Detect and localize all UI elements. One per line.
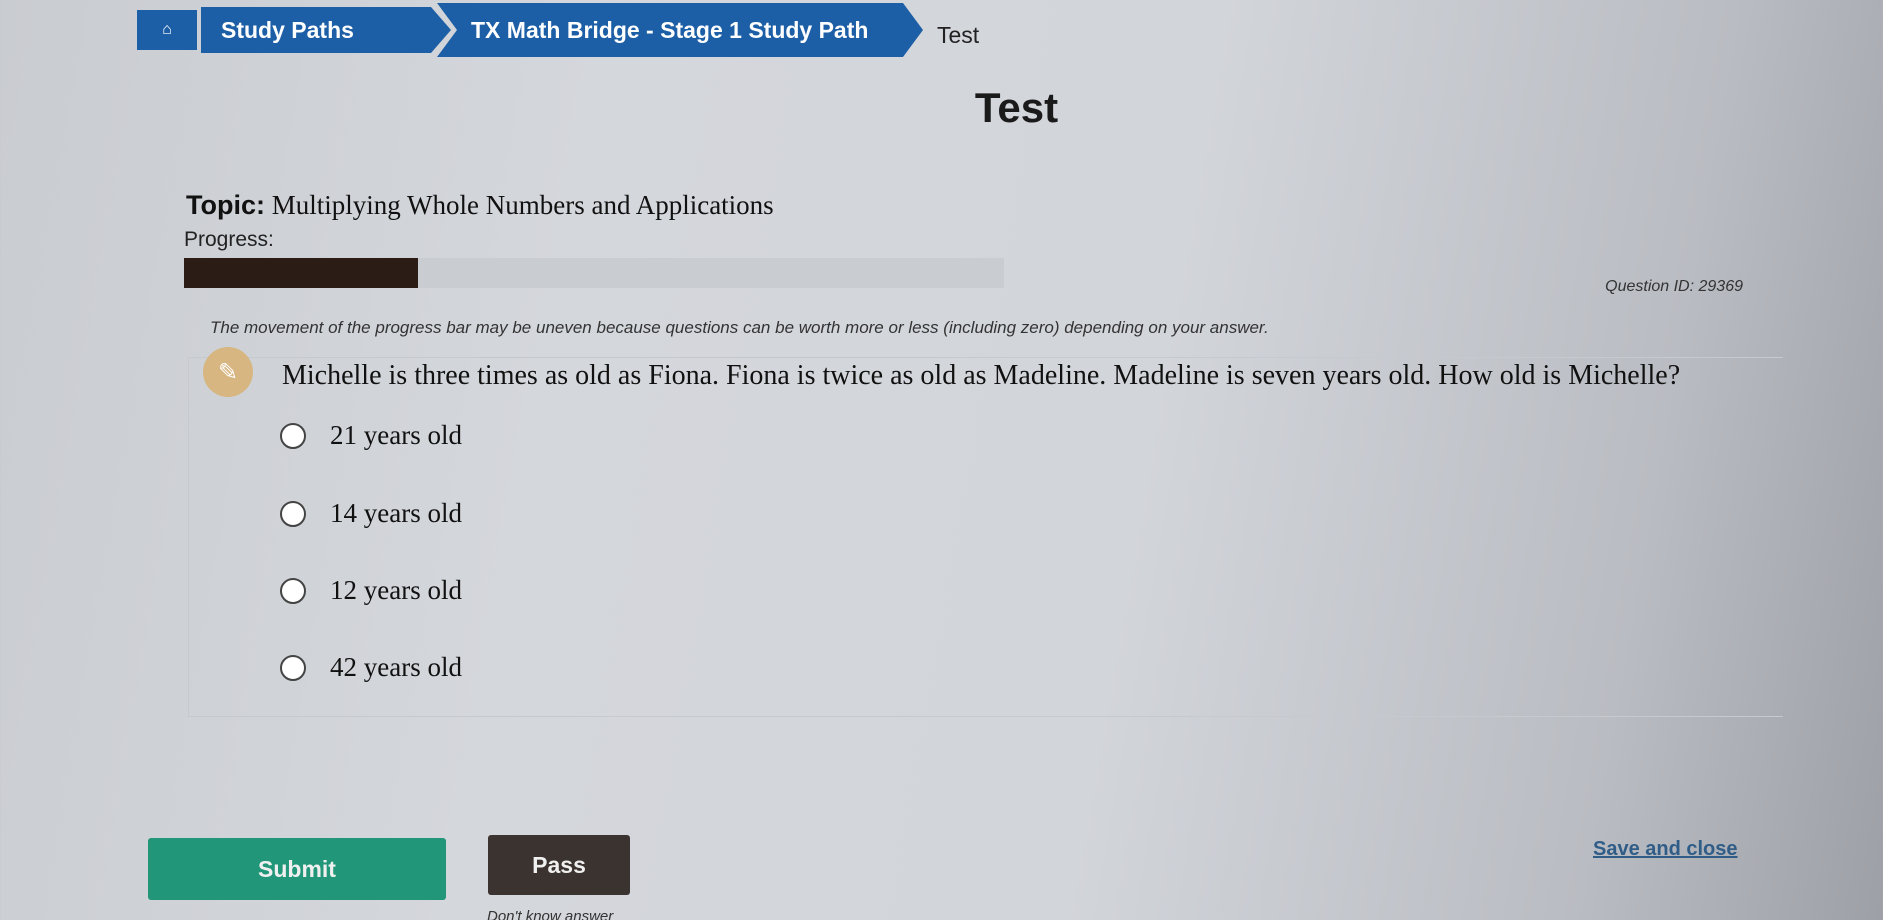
radio-button[interactable] [280, 577, 306, 604]
topic-label: Topic: [186, 190, 265, 220]
home-icon: ⌂ [162, 21, 172, 38]
breadcrumb-study-paths[interactable]: Study Paths [201, 7, 451, 53]
progress-bar [184, 258, 1004, 288]
breadcrumb: ⌂ Study Paths TX Math Bridge - Stage 1 S… [137, 2, 979, 58]
option-label: 12 years old [330, 575, 462, 605]
option-label: 21 years old [330, 420, 462, 450]
radio-button[interactable] [280, 500, 306, 527]
page-title: Test [974, 84, 1059, 131]
question-id: Question ID: 29369 [1605, 278, 1743, 295]
answer-option[interactable]: 12 years old [280, 575, 462, 606]
breadcrumb-current: Test [937, 21, 980, 48]
topic-name: Multiplying Whole Numbers and Applicatio… [271, 190, 774, 220]
answer-option[interactable]: 42 years old [280, 652, 462, 683]
progress-fill [184, 258, 418, 288]
progress-notice: The movement of the progress bar may be … [210, 318, 1269, 337]
save-and-close-link[interactable]: Save and close [1593, 838, 1738, 861]
progress-label: Progress: [184, 228, 274, 251]
pass-button[interactable]: Pass [488, 835, 630, 895]
answer-option[interactable]: 14 years old [280, 498, 462, 529]
breadcrumb-home[interactable]: ⌂ [137, 10, 197, 50]
radio-button[interactable] [280, 654, 306, 681]
question-text: Michelle is three times as old as Fiona.… [282, 360, 1681, 391]
pass-hint: Don't know answer [487, 908, 614, 920]
option-label: 42 years old [330, 652, 462, 682]
answer-option[interactable]: 21 years old [280, 420, 462, 451]
pencil-icon: ✎ [203, 347, 253, 397]
topic: Topic: Multiplying Whole Numbers and App… [186, 190, 774, 221]
breadcrumb-study-path[interactable]: TX Math Bridge - Stage 1 Study Path [437, 3, 923, 57]
option-label: 14 years old [330, 498, 462, 528]
submit-button[interactable]: Submit [148, 838, 446, 900]
radio-button[interactable] [280, 422, 306, 449]
